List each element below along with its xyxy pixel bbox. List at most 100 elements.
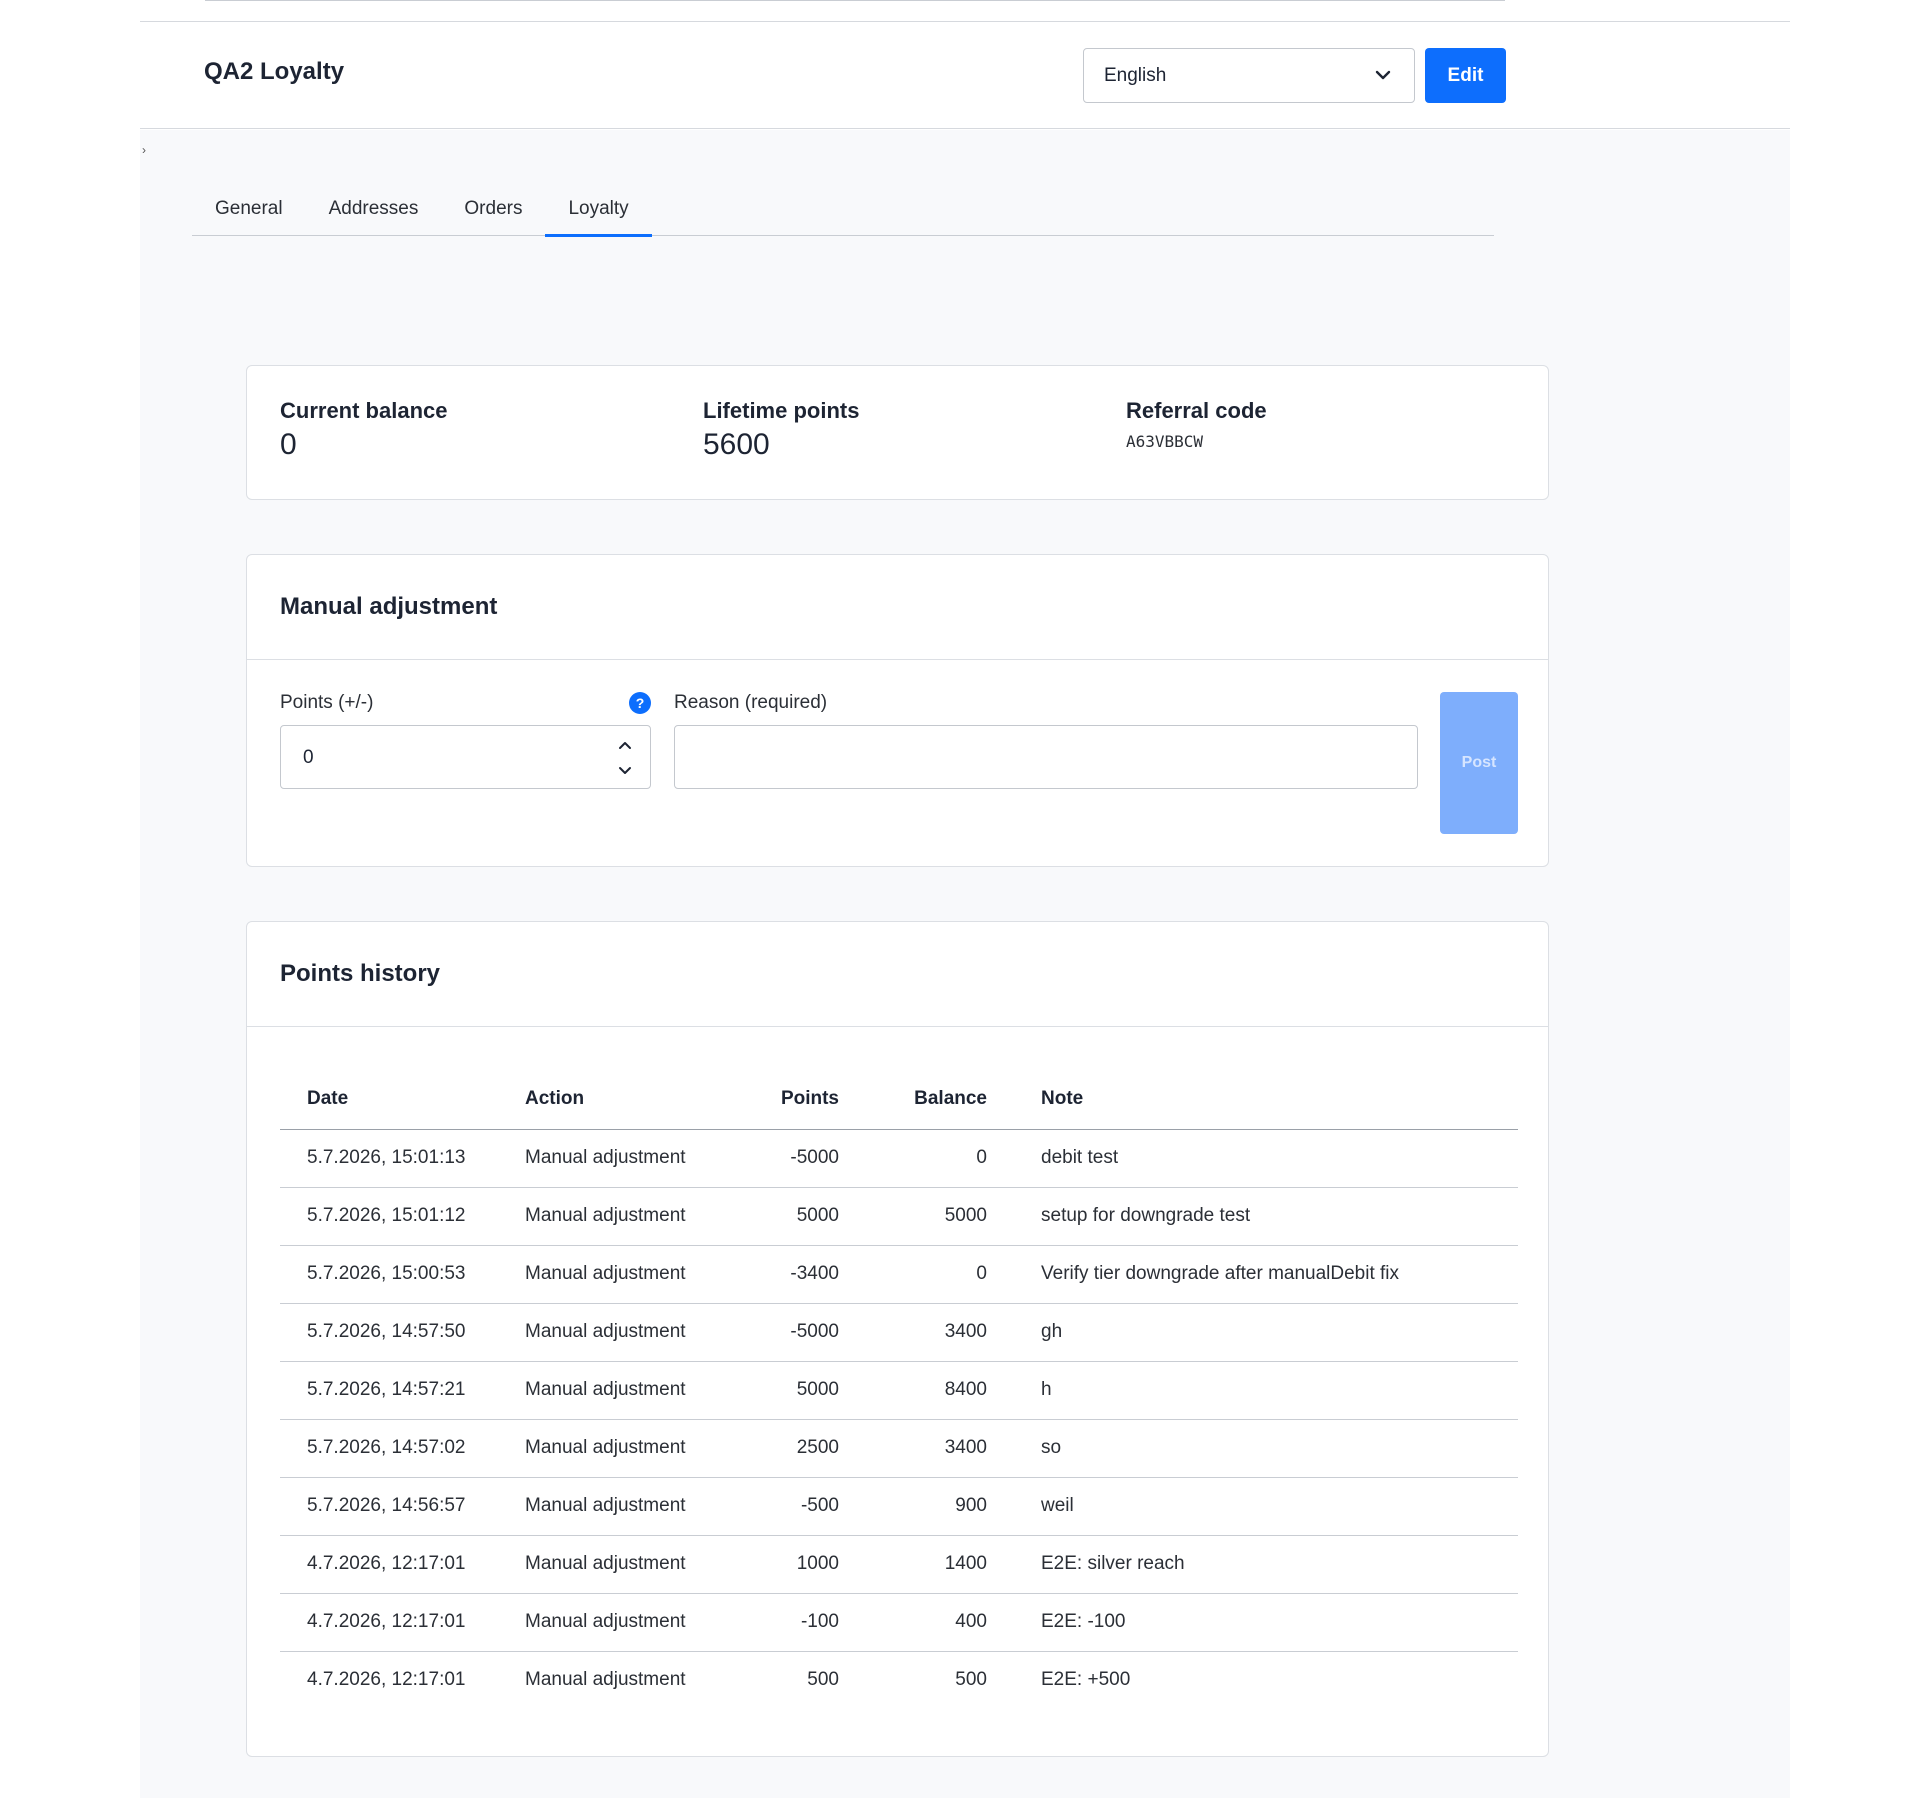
cell-note: gh: [987, 1303, 1518, 1362]
cell-date: 4.7.2026, 12:17:01: [280, 1535, 525, 1594]
cell-points: -500: [722, 1477, 839, 1536]
cell-balance: 3400: [839, 1419, 987, 1478]
table-row: 4.7.2026, 12:17:01 Manual adjustment -10…: [280, 1593, 1518, 1652]
cell-date: 5.7.2026, 15:00:53: [280, 1245, 525, 1304]
cell-date: 5.7.2026, 15:01:13: [280, 1129, 525, 1188]
cell-note: h: [987, 1361, 1518, 1420]
tab-bar: General Addresses Orders Loyalty: [192, 182, 1494, 237]
cell-note: E2E: -100: [987, 1593, 1518, 1652]
cell-points: -100: [722, 1593, 839, 1652]
cell-note: so: [987, 1419, 1518, 1478]
referral-code-value: A63VBBCW: [1126, 432, 1204, 451]
lifetime-points-value: 5600: [703, 428, 770, 461]
cell-action: Manual adjustment: [525, 1477, 722, 1536]
cell-note: E2E: silver reach: [987, 1535, 1518, 1594]
cell-note: weil: [987, 1477, 1518, 1536]
cell-action: Manual adjustment: [525, 1303, 722, 1362]
table-row: 4.7.2026, 12:17:01 Manual adjustment 100…: [280, 1535, 1518, 1594]
current-balance-stat: Current balance 0: [280, 398, 448, 462]
cell-date: 5.7.2026, 15:01:12: [280, 1187, 525, 1246]
cell-action: Manual adjustment: [525, 1669, 686, 1691]
cell-date: 5.7.2026, 14:57:50: [280, 1303, 525, 1362]
cell-date: 5.7.2026, 14:57:21: [280, 1361, 525, 1420]
cell-points: 500: [807, 1669, 839, 1691]
table-row: 4.7.2026, 12:17:01 Manual adjustment 500…: [280, 1651, 1518, 1709]
cell-balance: 0: [839, 1129, 987, 1188]
column-header-balance: Balance: [839, 1070, 987, 1130]
points-history-card: Points history Date Action Points Balanc…: [246, 921, 1549, 1757]
cell-action: Manual adjustment: [525, 1129, 722, 1188]
collapse-toggle-icon[interactable]: ›: [142, 143, 146, 157]
chevron-up-icon[interactable]: [616, 738, 634, 752]
help-icon[interactable]: ?: [629, 692, 651, 714]
table-row: 5.7.2026, 15:00:53 Manual adjustment -34…: [280, 1245, 1518, 1304]
cell-action: Manual adjustment: [525, 1419, 722, 1478]
cell-date: 5.7.2026, 14:56:57: [280, 1477, 525, 1536]
loyalty-stats-card: Current balance 0 Lifetime points 5600 R…: [246, 365, 1549, 500]
cell-note: Verify tier downgrade after manualDebit …: [987, 1245, 1518, 1304]
table-row: 5.7.2026, 14:57:21 Manual adjustment 500…: [280, 1361, 1518, 1420]
column-header-note: Note: [987, 1070, 1518, 1130]
cell-balance: 1400: [839, 1535, 987, 1594]
cell-points: 2500: [722, 1419, 839, 1478]
cell-note: debit test: [987, 1129, 1518, 1188]
points-history-title: Points history: [247, 922, 1548, 1027]
points-input-value: 0: [303, 747, 314, 768]
tab-orders[interactable]: Orders: [441, 182, 545, 236]
cell-date: 4.7.2026, 12:17:01: [307, 1669, 466, 1691]
cell-action: Manual adjustment: [525, 1593, 722, 1652]
cell-points: -5000: [722, 1303, 839, 1362]
tab-addresses[interactable]: Addresses: [306, 182, 442, 236]
cell-balance: 8400: [839, 1361, 987, 1420]
chevron-down-icon[interactable]: [616, 764, 634, 778]
table-row: 5.7.2026, 15:01:13 Manual adjustment -50…: [280, 1129, 1518, 1188]
column-header-action: Action: [525, 1070, 722, 1130]
tab-loyalty[interactable]: Loyalty: [545, 182, 652, 237]
cell-points: -5000: [722, 1129, 839, 1188]
cell-action: Manual adjustment: [525, 1361, 722, 1420]
lifetime-points-stat: Lifetime points 5600: [703, 398, 859, 462]
cell-action: Manual adjustment: [525, 1187, 722, 1246]
language-select-value: English: [1104, 64, 1167, 86]
points-history-table: Date Action Points Balance Note 5.7.2026…: [280, 1070, 1518, 1709]
language-select[interactable]: English: [1083, 48, 1415, 103]
chevron-down-icon: [1375, 70, 1391, 80]
cell-date: 4.7.2026, 12:17:01: [280, 1593, 525, 1652]
cell-points: 1000: [722, 1535, 839, 1594]
cell-balance: 5000: [839, 1187, 987, 1246]
tab-general[interactable]: General: [192, 182, 306, 236]
cell-action: Manual adjustment: [525, 1245, 722, 1304]
reason-label: Reason (required): [674, 692, 828, 713]
cell-balance: 500: [955, 1669, 987, 1691]
cell-points: 5000: [722, 1187, 839, 1246]
referral-code-stat: Referral code A63VBBCW: [1126, 398, 1267, 451]
edit-button[interactable]: Edit: [1425, 48, 1506, 103]
manual-adjustment-card: Manual adjustment Points (+/-) ? 0 Reaso…: [246, 554, 1549, 867]
cell-balance: 0: [839, 1245, 987, 1304]
main-content: › General Addresses Orders Loyalty Curre…: [140, 130, 1790, 1798]
post-button[interactable]: Post: [1440, 692, 1518, 834]
lifetime-points-label: Lifetime points: [703, 398, 860, 423]
column-header-points: Points: [722, 1070, 839, 1130]
cell-note: E2E: +500: [1041, 1669, 1131, 1691]
cell-points: 5000: [722, 1361, 839, 1420]
page-header: QA2 Loyalty English Edit: [140, 22, 1790, 129]
points-input[interactable]: 0: [280, 725, 651, 789]
table-row: 5.7.2026, 14:56:57 Manual adjustment -50…: [280, 1477, 1518, 1536]
cell-points: -3400: [722, 1245, 839, 1304]
cell-balance: 400: [839, 1593, 987, 1652]
page: QA2 Loyalty English Edit › General Addre…: [0, 0, 1920, 1798]
cell-balance: 3400: [839, 1303, 987, 1362]
table-row: 5.7.2026, 15:01:12 Manual adjustment 500…: [280, 1187, 1518, 1246]
current-balance-value: 0: [280, 428, 297, 461]
cell-date: 5.7.2026, 14:57:02: [280, 1419, 525, 1478]
referral-code-label: Referral code: [1126, 398, 1267, 423]
reason-input[interactable]: [674, 725, 1418, 789]
table-row: 5.7.2026, 14:57:50 Manual adjustment -50…: [280, 1303, 1518, 1362]
page-title: QA2 Loyalty: [204, 58, 345, 85]
top-divider: [205, 0, 1505, 1]
column-header-date: Date: [280, 1070, 525, 1130]
manual-adjustment-title: Manual adjustment: [247, 555, 1548, 660]
table-row: 5.7.2026, 14:57:02 Manual adjustment 250…: [280, 1419, 1518, 1478]
table-header-row: Date Action Points Balance Note: [280, 1070, 1518, 1130]
